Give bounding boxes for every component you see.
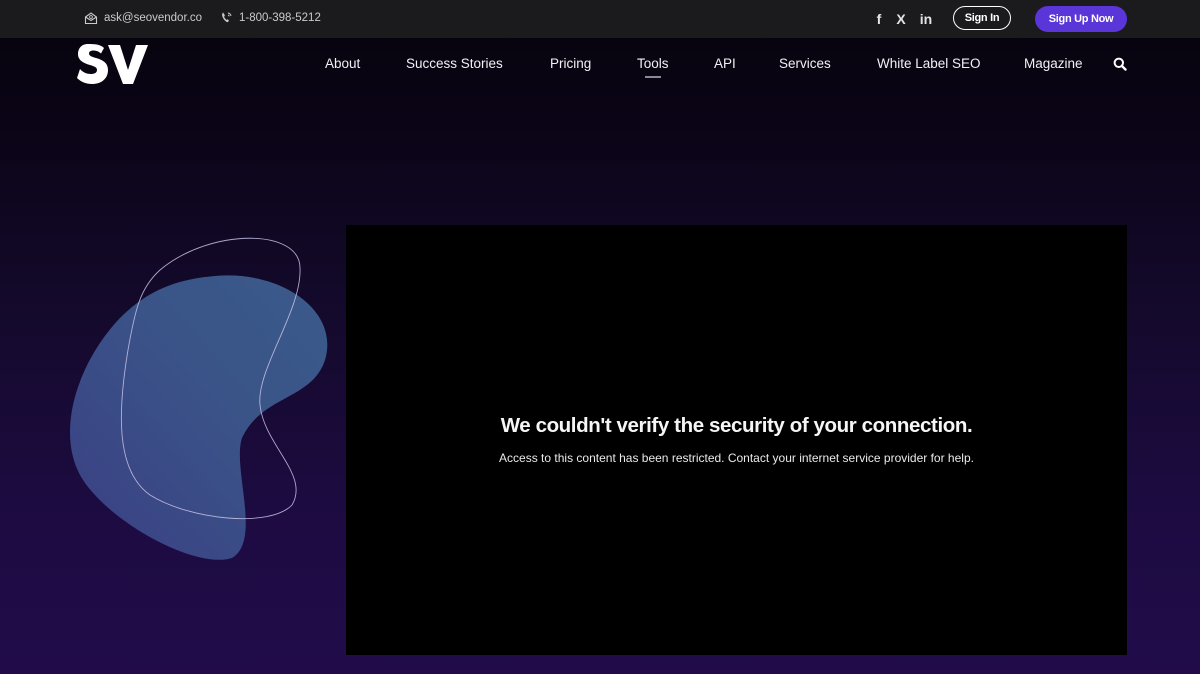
nav-item-magazine[interactable]: Magazine xyxy=(1024,56,1083,71)
nav-item-services[interactable]: Services xyxy=(779,56,831,71)
nav-item-tools[interactable]: Tools xyxy=(637,56,669,71)
error-panel: We couldn't verify the security of your … xyxy=(346,225,1127,655)
nav-item-pricing[interactable]: Pricing xyxy=(550,56,591,71)
phone-text: 1-800-398-5212 xyxy=(239,11,321,24)
phone-link[interactable]: 1-800-398-5212 xyxy=(220,11,321,24)
facebook-icon[interactable]: f xyxy=(871,9,887,29)
nav-item-success-stories[interactable]: Success Stories xyxy=(406,56,503,71)
nav-item-about[interactable]: About xyxy=(325,56,360,71)
sign-in-button[interactable]: Sign In xyxy=(953,6,1011,30)
active-nav-indicator xyxy=(645,76,661,78)
email-icon xyxy=(84,11,98,25)
phone-icon xyxy=(220,11,233,24)
x-icon[interactable]: X xyxy=(893,9,909,29)
error-message: Access to this content has been restrict… xyxy=(499,451,974,465)
linkedin-icon[interactable]: in xyxy=(917,9,935,29)
nav-item-api[interactable]: API xyxy=(714,56,736,71)
logo[interactable]: SV xyxy=(76,42,152,93)
top-bar: ask@seovendor.co 1-800-398-5212 f X in S… xyxy=(0,0,1200,38)
error-title: We couldn't verify the security of your … xyxy=(500,414,973,437)
decorative-blob xyxy=(69,237,328,560)
search-icon[interactable] xyxy=(1113,57,1127,76)
logo-mark xyxy=(77,44,148,84)
email-link[interactable]: ask@seovendor.co xyxy=(84,11,202,25)
sign-up-button[interactable]: Sign Up Now xyxy=(1035,6,1127,32)
email-text: ask@seovendor.co xyxy=(104,12,202,24)
nav-item-white-label-seo[interactable]: White Label SEO xyxy=(877,56,981,71)
